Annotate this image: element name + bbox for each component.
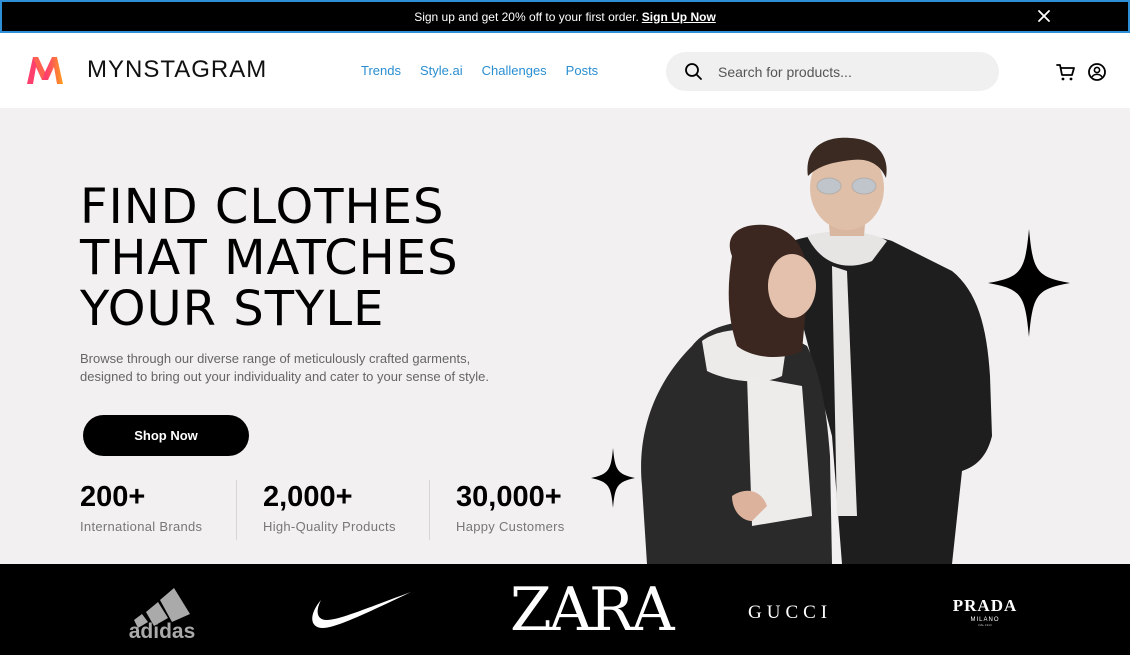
adidas-logo[interactable]: adidas — [120, 580, 204, 643]
promo-text: Sign up and get 20% off to your first or… — [414, 9, 639, 24]
sign-up-link[interactable]: Sign Up Now — [642, 10, 716, 24]
zara-logo[interactable]: ZARA — [510, 578, 675, 642]
nike-logo[interactable] — [305, 588, 413, 632]
stat-customers: 30,000+ Happy Customers — [429, 480, 591, 540]
nav-posts[interactable]: Posts — [566, 63, 599, 78]
headline-line: YOUR STYLE — [80, 281, 385, 337]
account-icon[interactable] — [1087, 62, 1107, 82]
headline-line: FIND CLOTHES — [80, 179, 445, 235]
hero-section: FIND CLOTHES THAT MATCHES YOUR STYLE Bro… — [0, 108, 1130, 564]
stats: 200+ International Brands 2,000+ High-Qu… — [80, 480, 591, 540]
prada-logo[interactable]: PRADA MILANO DAL 1913 — [946, 596, 1024, 627]
search-icon — [685, 62, 702, 80]
stat-products: 2,000+ High-Quality Products — [236, 480, 429, 540]
nav-trends[interactable]: Trends — [361, 63, 401, 78]
nav-style-ai[interactable]: Style.ai — [420, 63, 463, 78]
hero-headline: FIND CLOTHES THAT MATCHES YOUR STYLE — [80, 182, 600, 335]
shop-now-button[interactable]: Shop Now — [83, 415, 249, 456]
brand-strip: adidas ZARA GUCCI PRADA MILANO DAL 1913 — [0, 564, 1130, 655]
sparkle-icon — [591, 448, 635, 508]
stat-brands: 200+ International Brands — [80, 480, 236, 540]
promo-banner: Sign up and get 20% off to your first or… — [0, 0, 1130, 33]
stat-value: 30,000+ — [456, 481, 562, 513]
sparkle-icon — [988, 229, 1070, 337]
site-header: MYNSTAGRAM Trends Style.ai Challenges Po… — [0, 33, 1130, 108]
brand-name[interactable]: MYNSTAGRAM — [87, 56, 267, 84]
stat-label: High-Quality Products — [263, 519, 396, 534]
nav-challenges[interactable]: Challenges — [482, 63, 547, 78]
headline-line: THAT MATCHES — [80, 230, 459, 286]
cart-icon[interactable] — [1056, 62, 1076, 82]
prada-wordmark: PRADA — [952, 596, 1018, 615]
stat-value: 200+ — [80, 481, 146, 513]
close-icon[interactable] — [1036, 8, 1052, 24]
gucci-logo[interactable]: GUCCI — [748, 602, 832, 624]
stat-value: 2,000+ — [263, 481, 353, 513]
hero-models-image — [641, 137, 992, 564]
adidas-wordmark: adidas — [129, 620, 196, 640]
search-bar — [666, 52, 999, 91]
stat-label: Happy Customers — [456, 519, 565, 534]
main-nav: Trends Style.ai Challenges Posts — [361, 63, 617, 78]
logo-icon[interactable] — [24, 54, 66, 86]
stat-label: International Brands — [80, 519, 203, 534]
hero-description: Browse through our diverse range of meti… — [80, 351, 490, 384]
nike-swoosh-icon — [312, 592, 411, 628]
prada-since: DAL 1913 — [978, 623, 992, 627]
search-input[interactable] — [718, 63, 968, 80]
adidas-stripes-icon: adidas — [129, 588, 196, 643]
